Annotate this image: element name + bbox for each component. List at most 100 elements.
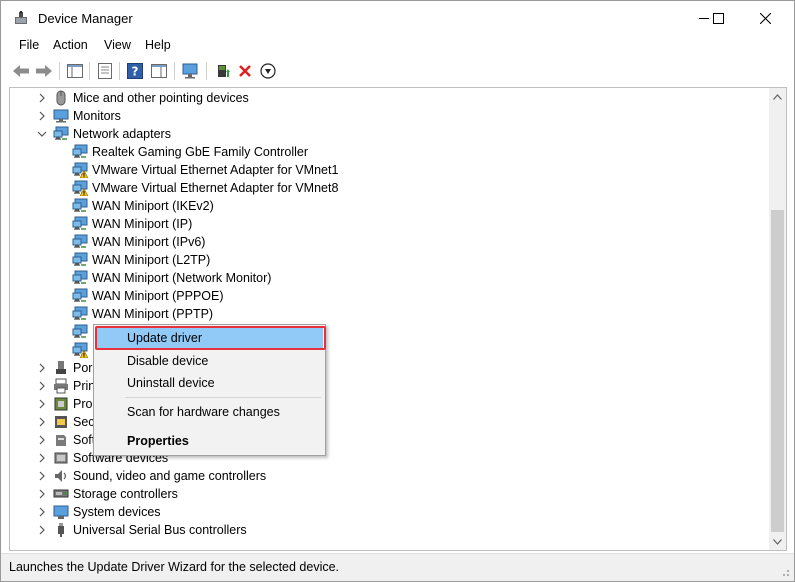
printer-icon xyxy=(54,378,68,394)
scan-hardware-button[interactable] xyxy=(180,60,202,82)
properties-button[interactable] xyxy=(94,60,116,82)
monitor-icon xyxy=(53,109,69,123)
tree-device[interactable]: VMware Virtual Ethernet Adapter for VMne… xyxy=(10,179,770,197)
menu-view[interactable]: View xyxy=(104,38,131,52)
tree-device[interactable]: WAN Miniport (IPv6) xyxy=(10,233,770,251)
tree-category[interactable]: Sound, video and game controllers xyxy=(10,467,770,485)
tree-label: Sound, video and game controllers xyxy=(73,469,267,483)
expand-toggle[interactable] xyxy=(35,91,49,105)
back-button[interactable] xyxy=(10,60,32,82)
storage-controller-icon xyxy=(53,486,69,502)
uninstall-device-icon xyxy=(239,65,251,77)
device-tree[interactable]: Mice and other pointing devices Monitors N… xyxy=(9,87,787,551)
maximize-button-face[interactable] xyxy=(695,1,741,35)
menu-file[interactable]: File xyxy=(19,38,39,52)
context-disable-device[interactable]: Disable device xyxy=(96,350,323,372)
expand-toggle[interactable] xyxy=(35,415,49,429)
expand-toggle[interactable] xyxy=(35,523,49,537)
back-arrow-icon xyxy=(13,65,29,77)
expand-toggle[interactable] xyxy=(35,397,49,411)
expand-toggle[interactable] xyxy=(35,109,49,123)
tree-label: WAN Miniport (IP) xyxy=(92,217,193,231)
uninstall-device-button[interactable] xyxy=(234,60,256,82)
chevron-right-icon[interactable] xyxy=(35,451,49,465)
system-device-icon xyxy=(53,505,69,519)
tree-category[interactable]: Monitors xyxy=(10,107,770,125)
network-adapter-icon xyxy=(53,126,69,142)
resize-grip-icon[interactable] xyxy=(780,567,790,577)
tree-device[interactable]: WAN Miniport (Network Monitor) xyxy=(10,269,770,287)
show-action-pane-button[interactable] xyxy=(148,60,170,82)
network-adapter-icon xyxy=(72,198,88,214)
chevron-right-icon[interactable] xyxy=(35,505,49,519)
tree-device[interactable]: WAN Miniport (PPPOE) xyxy=(10,287,770,305)
chevron-right-icon[interactable] xyxy=(35,415,49,429)
menu-bar: File Action View Help xyxy=(1,35,794,57)
chevron-right-icon[interactable] xyxy=(35,487,49,501)
expand-toggle[interactable] xyxy=(35,505,49,519)
software-component-icon xyxy=(53,432,69,448)
chevron-right-icon[interactable] xyxy=(35,361,49,375)
tree-device[interactable]: WAN Miniport (L2TP) xyxy=(10,251,770,269)
context-update-driver[interactable]: Update driver xyxy=(96,327,323,349)
chevron-right-icon[interactable] xyxy=(35,379,49,393)
tree-category[interactable]: Universal Serial Bus controllers xyxy=(10,521,770,539)
context-scan-hardware[interactable]: Scan for hardware changes xyxy=(96,401,323,423)
chevron-right-icon[interactable] xyxy=(35,433,49,447)
toolbar-separator xyxy=(119,62,120,80)
chevron-right-icon[interactable] xyxy=(35,91,49,105)
monitor-icon xyxy=(53,108,69,124)
tree-device[interactable]: WAN Miniport (IP) xyxy=(10,215,770,233)
scroll-down-button[interactable] xyxy=(769,533,786,550)
tree-device[interactable]: Realtek Gaming GbE Family Controller xyxy=(10,143,770,161)
update-driver-button[interactable] xyxy=(212,60,234,82)
context-properties[interactable]: Properties xyxy=(96,430,323,452)
expand-toggle[interactable] xyxy=(35,361,49,375)
tree-category[interactable]: System devices xyxy=(10,503,770,521)
tree-device[interactable]: WAN Miniport (PPTP) xyxy=(10,305,770,323)
vertical-scrollbar[interactable] xyxy=(769,88,786,550)
forward-button[interactable] xyxy=(33,60,55,82)
title-bar[interactable]: Device Manager xyxy=(1,1,794,35)
network-adapter-icon xyxy=(72,324,88,340)
context-uninstall-device[interactable]: Uninstall device xyxy=(96,372,323,394)
disable-device-button[interactable] xyxy=(257,60,279,82)
device-manager-icon xyxy=(13,10,29,26)
toolbar: ? xyxy=(1,58,794,84)
toolbar-separator xyxy=(174,62,175,80)
show-hide-console-tree-button[interactable] xyxy=(64,60,86,82)
tree-category[interactable]: Mice and other pointing devices xyxy=(10,89,770,107)
menu-help[interactable]: Help xyxy=(145,38,171,52)
port-icon xyxy=(56,361,66,374)
network-adapter-icon xyxy=(72,306,88,322)
chevron-right-icon[interactable] xyxy=(35,469,49,483)
menu-action[interactable]: Action xyxy=(53,38,88,52)
expand-toggle[interactable] xyxy=(35,487,49,501)
expand-toggle[interactable] xyxy=(35,379,49,393)
network-adapter-warning-icon xyxy=(72,180,89,197)
tree-device[interactable]: VMware Virtual Ethernet Adapter for VMne… xyxy=(10,161,770,179)
tree-category[interactable]: Storage controllers xyxy=(10,485,770,503)
tree-label: Monitors xyxy=(73,109,121,123)
chevron-right-icon[interactable] xyxy=(35,109,49,123)
expand-toggle[interactable] xyxy=(35,469,49,483)
tree-label: Por xyxy=(73,361,93,375)
mouse-icon xyxy=(56,90,66,106)
chevron-down-icon[interactable] xyxy=(35,127,49,141)
scroll-thumb[interactable] xyxy=(771,210,784,532)
close-button[interactable] xyxy=(742,1,788,35)
usb-icon xyxy=(58,523,64,537)
tree-category[interactable]: Network adapters xyxy=(10,125,770,143)
chevron-right-icon[interactable] xyxy=(35,523,49,537)
network-adapter-icon xyxy=(72,234,88,250)
tree-device[interactable]: WAN Miniport (IKEv2) xyxy=(10,197,770,215)
help-button[interactable]: ? xyxy=(124,60,146,82)
expand-toggle[interactable] xyxy=(35,127,49,141)
tree-label: Universal Serial Bus controllers xyxy=(73,523,247,537)
expand-toggle[interactable] xyxy=(35,433,49,447)
expand-toggle[interactable] xyxy=(35,451,49,465)
close-icon xyxy=(759,12,771,24)
scroll-up-button[interactable] xyxy=(769,88,786,105)
chevron-right-icon[interactable] xyxy=(35,397,49,411)
mouse-icon xyxy=(53,90,69,106)
